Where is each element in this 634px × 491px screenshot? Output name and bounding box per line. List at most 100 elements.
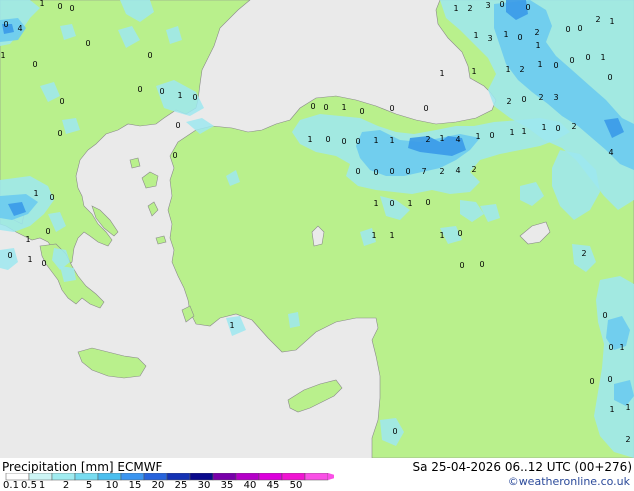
forecast-datetime: Sa 25-04-2026 06..12 UTC (00+276) [412,460,632,474]
value-label: 0 [45,227,50,236]
value-label: 0 [499,0,504,9]
value-label: 0 [85,39,90,48]
value-label: 1 [609,17,614,26]
legend-label: 0.1 [3,480,19,491]
legend-label: 50 [289,480,303,491]
value-label: 4 [17,24,22,33]
value-label: 0 [459,261,464,270]
value-label: 4 [455,135,460,144]
value-label: 1 [471,67,476,76]
value-label: 0 [589,377,594,386]
legend-label: 2 [62,480,70,491]
value-label: 3 [487,34,492,43]
legend-label: 40 [243,480,257,491]
value-label: 1 [439,134,444,143]
value-label: 1 [389,231,394,240]
value-label: 0 [373,168,378,177]
value-label: 1 [609,405,614,414]
value-label: 4 [608,148,613,157]
value-label: 0 [555,124,560,133]
value-label: 1 [619,343,624,352]
value-label: 2 [439,167,444,176]
legend-labels: 0.1 0.5 1 2 5 10 15 20 25 30 35 40 45 50 [0,458,330,491]
value-label: 0 [69,4,74,13]
value-label: 0 [577,24,582,33]
value-label: 1 [389,136,394,145]
value-label: 0 [553,61,558,70]
value-label: 1 [177,91,182,100]
credit-link[interactable]: ©weatheronline.co.uk [508,475,630,488]
value-label: 0 [137,85,142,94]
value-label: 3 [485,1,490,10]
value-label: 2 [595,15,600,24]
value-label: 1 [373,199,378,208]
value-label: 0 [323,103,328,112]
value-label: 1 [39,0,44,8]
value-label: 0 [49,193,54,202]
rain-area [288,312,300,328]
value-label: 1 [33,189,38,198]
value-label: 1 [0,51,5,60]
value-label: 1 [475,132,480,141]
value-label: 1 [509,128,514,137]
legend-label: 5 [85,480,93,491]
value-label: 1 [25,235,30,244]
value-label: 0 [159,87,164,96]
value-label: 1 [407,199,412,208]
value-label: 1 [439,231,444,240]
value-label: 2 [471,165,476,174]
legend-label: 15 [128,480,142,491]
value-label: 2 [581,249,586,258]
value-label: 2 [571,122,576,131]
legend-label: 10 [105,480,119,491]
value-label: 0 [3,20,8,29]
value-label: 1 [541,123,546,132]
value-label: 0 [7,251,12,260]
value-label: 0 [457,229,462,238]
value-label: 0 [147,51,152,60]
value-label: 0 [405,167,410,176]
value-label: 0 [32,60,37,69]
value-label: 1 [307,135,312,144]
value-label: 0 [389,104,394,113]
value-label: 0 [425,198,430,207]
value-label: 0 [607,73,612,82]
value-label: 1 [373,136,378,145]
value-label: 0 [355,137,360,146]
value-label: 0 [389,199,394,208]
value-label: 0 [517,33,522,42]
value-label: 1 [535,41,540,50]
value-label: 2 [425,135,430,144]
legend-label: 25 [174,480,188,491]
value-label: 2 [519,65,524,74]
value-label: 1 [27,255,32,264]
value-label: 2 [467,4,472,13]
value-label: 0 [489,131,494,140]
value-label: 0 [585,53,590,62]
value-label: 0 [423,104,428,113]
map-canvas: 1 0 00 410000 0 1 000001 0010 1 01 2 3 0 02 10 01 3 1 0210… [0,0,634,458]
value-label: 1 [473,31,478,40]
legend-label: 20 [151,480,165,491]
value-label: 1 [505,65,510,74]
value-label: 0 [392,427,397,436]
value-label: 0 [389,167,394,176]
value-label: 1 [453,4,458,13]
value-label: 0 [521,95,526,104]
value-label: 0 [569,56,574,65]
value-label: 0 [41,259,46,268]
value-label: 0 [325,135,330,144]
value-label: 2 [538,93,543,102]
value-label: 0 [608,343,613,352]
value-label: 0 [59,97,64,106]
value-label: 0 [565,25,570,34]
value-label: 1 [229,321,234,330]
value-label: 0 [359,107,364,116]
value-label: 0 [607,375,612,384]
legend-label: 0.5 [21,480,37,491]
value-label: 1 [521,127,526,136]
value-label: 0 [355,167,360,176]
value-label: 1 [537,60,542,69]
legend-label: 30 [197,480,211,491]
value-label: 1 [625,403,630,412]
